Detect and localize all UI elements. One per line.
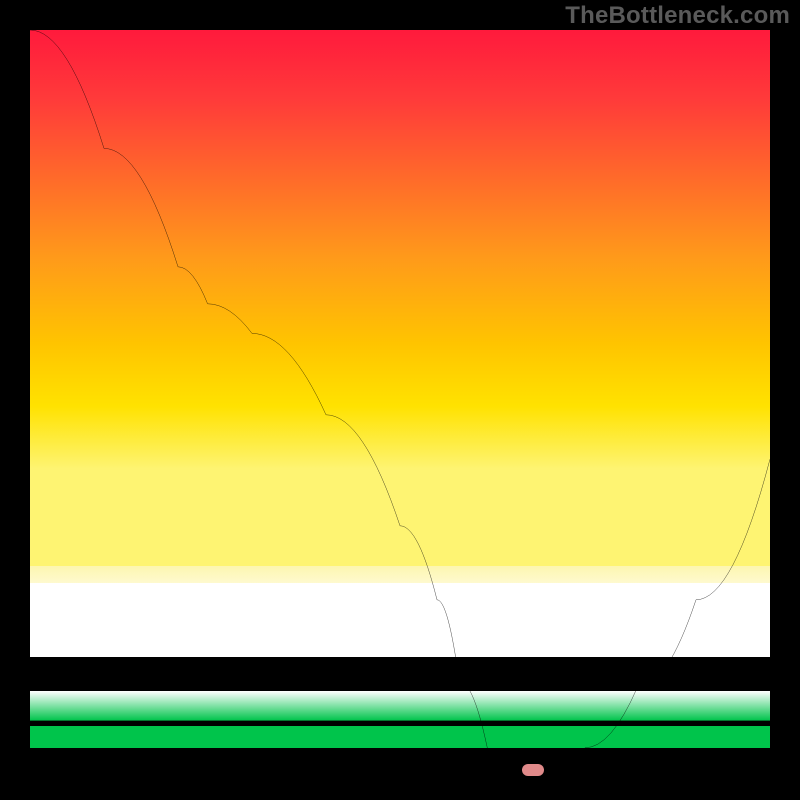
chart-frame: TheBottleneck.com bbox=[0, 0, 800, 800]
plot-area bbox=[30, 30, 770, 770]
watermark-text: TheBottleneck.com bbox=[565, 2, 790, 30]
x-axis-baseline bbox=[30, 768, 770, 770]
optimal-point-marker bbox=[522, 764, 544, 776]
bottleneck-curve bbox=[30, 30, 770, 770]
